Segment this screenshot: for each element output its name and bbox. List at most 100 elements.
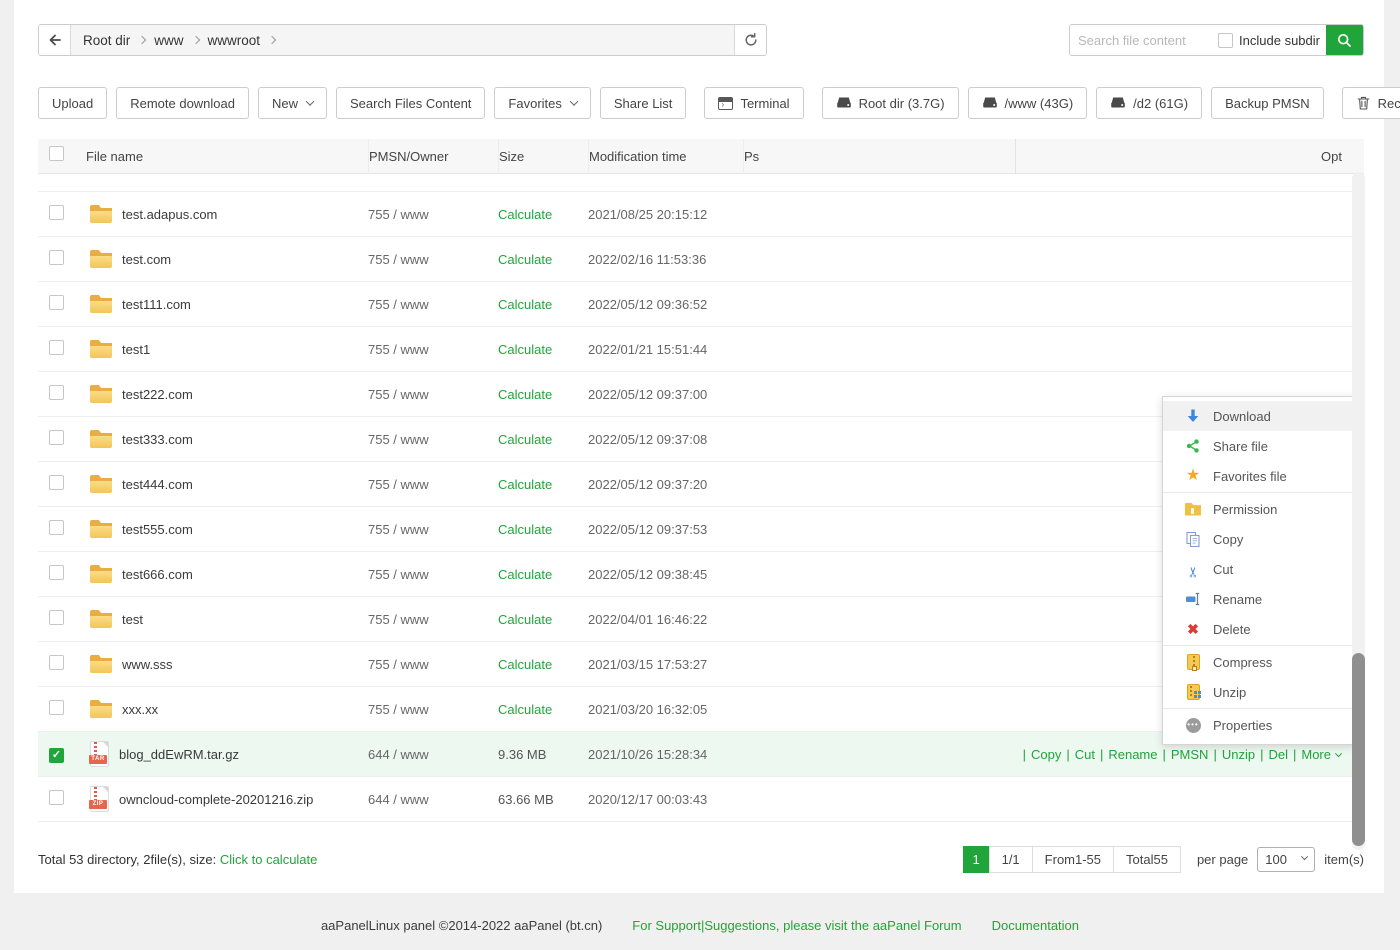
disk-d2-label: /d2 (61G) — [1133, 96, 1188, 111]
row-action-copy[interactable]: Copy — [1031, 747, 1061, 762]
breadcrumb-item-www[interactable]: www — [154, 33, 183, 48]
menu-item-copy[interactable]: Copy — [1163, 524, 1354, 554]
size-value: Calculate — [498, 252, 588, 267]
per-page-select[interactable]: 100 — [1257, 847, 1315, 872]
row-checkbox[interactable]: ✓ — [49, 430, 64, 445]
row-checkbox[interactable]: ✓ — [49, 205, 64, 220]
breadcrumb-item-wwwroot[interactable]: wwwroot — [208, 33, 261, 48]
file-name-link[interactable]: blog_ddEwRM.tar.gz — [119, 747, 239, 762]
row-action-pmsn[interactable]: PMSN — [1171, 747, 1209, 762]
file-name-link[interactable]: test333.com — [122, 432, 193, 447]
menu-item-unzip[interactable]: Unzip — [1163, 677, 1354, 707]
file-name-link[interactable]: test222.com — [122, 387, 193, 402]
menu-label: Unzip — [1213, 685, 1246, 700]
file-name-link[interactable]: test — [122, 612, 143, 627]
disk-icon — [982, 96, 998, 110]
disk-d2-button[interactable]: /d2 (61G) — [1096, 87, 1202, 119]
file-name-link[interactable]: test.adapus.com — [122, 207, 217, 222]
menu-item-download[interactable]: Download — [1163, 401, 1354, 431]
menu-item-compress[interactable]: Compress — [1163, 647, 1354, 677]
size-value: Calculate — [498, 432, 588, 447]
table-row[interactable]: ✓ test.adapus.com 755 / www Calculate 20… — [38, 192, 1364, 237]
column-header-file-name[interactable]: File name — [86, 139, 368, 174]
path-bar: Root dir www wwwroot — [38, 24, 767, 56]
back-button[interactable] — [39, 25, 70, 55]
search-input[interactable] — [1070, 25, 1218, 55]
file-name-link[interactable]: test111.com — [122, 297, 191, 312]
scrollbar-thumb[interactable] — [1352, 653, 1365, 846]
row-checkbox[interactable]: ✓ — [49, 475, 64, 490]
column-header-pmsn-owner[interactable]: PMSN/Owner — [368, 139, 498, 174]
row-checkbox[interactable]: ✓ — [49, 520, 64, 535]
search-files-content-button[interactable]: Search Files Content — [336, 87, 485, 119]
row-checkbox[interactable]: ✓ — [49, 610, 64, 625]
column-header-size[interactable]: Size — [498, 139, 588, 174]
row-checkbox[interactable]: ✓ — [49, 790, 64, 805]
menu-item-cut[interactable]: ✂ Cut — [1163, 554, 1354, 584]
menu-item-permission[interactable]: Permission — [1163, 494, 1354, 524]
share-list-button[interactable]: Share List — [600, 87, 687, 119]
row-checkbox[interactable]: ✓ — [49, 295, 64, 310]
refresh-button[interactable] — [735, 25, 766, 55]
row-checkbox[interactable]: ✓ — [49, 565, 64, 580]
disk-root-button[interactable]: Root dir (3.7G) — [822, 87, 959, 119]
row-action-unzip[interactable]: Unzip — [1222, 747, 1255, 762]
menu-item-delete[interactable]: ✖ Delete — [1163, 614, 1354, 644]
scrollbar-track[interactable] — [1352, 172, 1365, 850]
recycle-bin-button[interactable]: Recycle bin — [1342, 87, 1400, 119]
page-button-1[interactable]: 1 — [963, 846, 990, 873]
menu-item-favorites-file[interactable]: ★ Favorites file — [1163, 461, 1354, 491]
table-row[interactable]: ✓ test.com 755 / www Calculate 2022/02/1… — [38, 237, 1364, 282]
file-name-link[interactable]: test.com — [122, 252, 171, 267]
include-subdir-option[interactable]: ✓ Include subdir — [1218, 33, 1326, 48]
column-header-modification-time[interactable]: Modification time — [588, 139, 743, 174]
row-action-more[interactable]: More — [1301, 747, 1341, 762]
file-name-link[interactable]: test1 — [122, 342, 150, 357]
menu-label: Rename — [1213, 592, 1262, 607]
breadcrumb-item-root[interactable]: Root dir — [83, 33, 130, 48]
remote-download-button[interactable]: Remote download — [116, 87, 249, 119]
new-button[interactable]: New — [258, 87, 327, 119]
table-row[interactable]: ✓ ZIP owncloud-complete-20201216.zip 644… — [38, 777, 1364, 822]
upload-button[interactable]: Upload — [38, 87, 107, 119]
file-name-link[interactable]: www.sss — [122, 657, 173, 672]
file-name-link[interactable]: test555.com — [122, 522, 193, 537]
disk-www-button[interactable]: /www (43G) — [968, 87, 1088, 119]
context-menu: Download Share file ★ Favorites file Per… — [1162, 396, 1355, 745]
file-name-link[interactable]: xxx.xx — [122, 702, 158, 717]
select-all-checkbox[interactable]: ✓ — [49, 146, 64, 161]
row-checkbox[interactable]: ✓ — [49, 340, 64, 355]
row-action-rename[interactable]: Rename — [1108, 747, 1157, 762]
pmsn-owner-value: 755 / www — [368, 522, 498, 537]
backup-pmsn-button[interactable]: Backup PMSN — [1211, 87, 1324, 119]
menu-item-share-file[interactable]: Share file — [1163, 431, 1354, 461]
row-checkbox[interactable]: ✓ — [49, 250, 64, 265]
file-name-link[interactable]: test444.com — [122, 477, 193, 492]
partially-visible-row[interactable] — [38, 174, 1364, 192]
row-checkbox[interactable]: ✓ — [49, 748, 64, 763]
row-action-cut[interactable]: Cut — [1075, 747, 1095, 762]
column-header-ps[interactable]: Ps — [743, 139, 1015, 174]
file-name-link[interactable]: owncloud-complete-20201216.zip — [119, 792, 313, 807]
row-action-del[interactable]: Del — [1268, 747, 1288, 762]
include-subdir-checkbox[interactable]: ✓ — [1218, 33, 1233, 48]
row-checkbox[interactable]: ✓ — [49, 385, 64, 400]
support-forum-link[interactable]: For Support|Suggestions, please visit th… — [632, 918, 961, 933]
file-name-link[interactable]: test666.com — [122, 567, 193, 582]
table-row[interactable]: ✓ test111.com 755 / www Calculate 2022/0… — [38, 282, 1364, 327]
folder-icon — [90, 205, 112, 223]
menu-item-properties[interactable]: ••• Properties — [1163, 710, 1354, 740]
action-separator: | — [1213, 747, 1216, 762]
row-checkbox[interactable]: ✓ — [49, 700, 64, 715]
documentation-link[interactable]: Documentation — [992, 918, 1079, 933]
table-row[interactable]: ✓ test1 755 / www Calculate 2022/01/21 1… — [38, 327, 1364, 372]
row-checkbox[interactable]: ✓ — [49, 655, 64, 670]
favorites-button[interactable]: Favorites — [494, 87, 590, 119]
copy-icon — [1184, 531, 1202, 547]
terminal-button[interactable]: Terminal — [704, 87, 803, 119]
chevron-down-icon — [1335, 750, 1342, 757]
calculate-size-link[interactable]: Click to calculate — [220, 852, 318, 867]
search-button[interactable] — [1326, 24, 1363, 56]
pmsn-owner-value: 755 / www — [368, 297, 498, 312]
menu-item-rename[interactable]: Rename — [1163, 584, 1354, 614]
